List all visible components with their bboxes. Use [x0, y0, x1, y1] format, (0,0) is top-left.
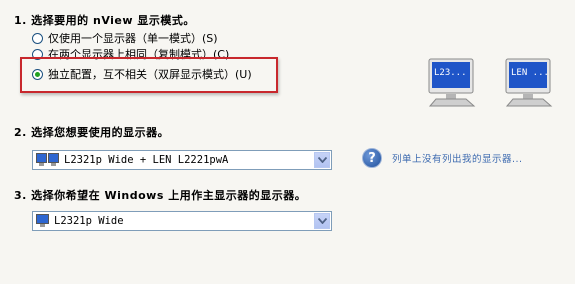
help-icon[interactable]: ? — [362, 148, 382, 168]
radio-label: 仅使用一个显示器（单一模式）(S) — [48, 32, 218, 45]
highlight-annotation-box — [20, 57, 278, 93]
monitor-icon — [428, 58, 476, 107]
display-select-value: L2321p Wide + LEN L2221pwA — [64, 154, 229, 166]
monitor-icon — [505, 58, 553, 107]
chevron-down-icon[interactable] — [314, 152, 330, 168]
radio-single-mode[interactable]: 仅使用一个显示器（单一模式）(S) — [32, 30, 218, 46]
preview-monitor-2: LEN ... — [505, 58, 561, 111]
missing-display-link[interactable]: 列单上没有列出我的显示器... — [392, 151, 523, 165]
step3-heading: 3. 选择你希望在 Windows 上用作主显示器的显示器。 — [14, 189, 307, 202]
primary-display-select[interactable]: L2321p Wide — [32, 211, 332, 231]
monitor-label: L23... — [434, 68, 467, 78]
monitor-label: LEN ... — [511, 68, 549, 78]
monitor-small-icon — [36, 214, 50, 228]
dual-monitor-icon — [36, 153, 60, 167]
chevron-down-icon[interactable] — [314, 213, 330, 229]
display-select[interactable]: L2321p Wide + LEN L2221pwA — [32, 150, 332, 170]
primary-display-select-value: L2321p Wide — [54, 215, 124, 227]
step1-heading: 1. 选择要用的 nView 显示模式。 — [14, 14, 195, 27]
step2-heading: 2. 选择您想要使用的显示器。 — [14, 126, 170, 139]
radio-button[interactable] — [32, 32, 43, 44]
preview-monitor-1: L23... — [428, 58, 484, 111]
